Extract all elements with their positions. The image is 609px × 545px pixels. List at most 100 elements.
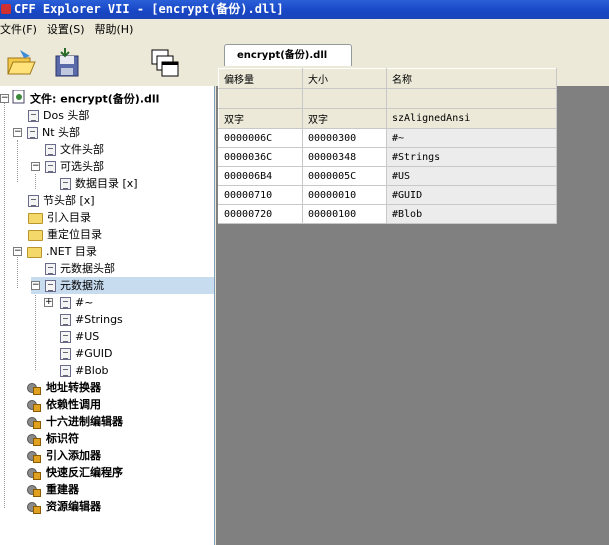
streams-table: 偏移量 大小 名称 双字 双字 szAlignedAnsi 0000006C 00… <box>218 68 557 224</box>
table-cell[interactable]: 00000100 <box>302 204 387 224</box>
tool-icon <box>26 499 42 515</box>
tree-item-stream[interactable]: #Blob <box>60 362 109 379</box>
table-row[interactable]: 0000036C 00000348 #Strings <box>218 147 557 167</box>
collapse-icon[interactable]: − <box>13 247 22 256</box>
table-cell[interactable]: #Strings <box>386 147 557 167</box>
tree-label: #US <box>75 330 100 343</box>
menu-settings[interactable]: 设置(S) <box>47 20 89 39</box>
table-cell[interactable]: 00000710 <box>218 185 303 205</box>
tree-item-data-directories[interactable]: 数据目录 [x] <box>60 175 138 192</box>
tree-item-stream[interactable]: #GUID <box>60 345 113 362</box>
tree-item-stream[interactable]: + #~ <box>44 294 93 311</box>
table-cell[interactable]: 00000720 <box>218 204 303 224</box>
document-icon <box>60 331 71 343</box>
tree-label: #Blob <box>75 364 109 377</box>
app-icon <box>1 4 11 14</box>
document-icon <box>60 314 71 326</box>
tool-item[interactable]: 快速反汇编程序 <box>26 464 123 481</box>
tool-item[interactable]: 标识符 <box>26 430 79 447</box>
table-cell[interactable]: 0000005C <box>302 166 387 186</box>
table-row[interactable]: 00000720 00000100 #Blob <box>218 204 557 224</box>
tool-item[interactable]: 依赖性调用 <box>26 396 101 413</box>
collapse-icon[interactable]: − <box>0 94 9 103</box>
collapse-icon[interactable]: − <box>13 128 22 137</box>
tree-item-metadata-streams[interactable]: − 元数据流 <box>31 277 214 294</box>
folder-icon <box>27 246 42 258</box>
tree-item-stream[interactable]: #Strings <box>60 311 123 328</box>
menu-file[interactable]: 文件(F) <box>0 20 41 39</box>
document-icon <box>60 297 71 309</box>
table-cell[interactable]: 0000006C <box>218 128 303 148</box>
table-cell[interactable]: #GUID <box>386 185 557 205</box>
window-title: CFF Explorer VII - [encrypt(备份).dll] <box>14 2 284 16</box>
tree-label: 可选头部 <box>60 160 104 173</box>
tool-icon <box>26 397 42 413</box>
document-icon <box>60 178 71 190</box>
tree-item-metadata-header[interactable]: 元数据头部 <box>45 260 115 277</box>
tab-document[interactable]: encrypt(备份).dll <box>224 44 352 66</box>
tree-label: 文件头部 <box>60 143 104 156</box>
table-row[interactable]: 0000006C 00000300 #~ <box>218 128 557 148</box>
tool-item[interactable]: 重建器 <box>26 481 79 498</box>
tree-item-stream[interactable]: #US <box>60 328 99 345</box>
tool-icon <box>26 380 42 396</box>
tool-icon <box>26 482 42 498</box>
table-row[interactable]: 000006B4 0000005C #US <box>218 166 557 186</box>
tree-item-file-header[interactable]: 文件头部 <box>45 141 104 158</box>
windows-icon[interactable] <box>148 46 182 80</box>
tree-label: 节头部 [x] <box>43 194 95 207</box>
table-row[interactable]: 00000710 00000010 #GUID <box>218 185 557 205</box>
tree-item-relocation-directory[interactable]: 重定位目录 <box>28 226 102 243</box>
tree-label: Nt 头部 <box>42 126 81 139</box>
table-cell[interactable]: 00000010 <box>302 185 387 205</box>
tool-item[interactable]: 地址转换器 <box>26 379 101 396</box>
tool-item[interactable]: 引入添加器 <box>26 447 101 464</box>
file-icon <box>12 89 26 109</box>
table-cell[interactable]: 000006B4 <box>218 166 303 186</box>
tree-label: .NET 目录 <box>46 245 97 258</box>
table-cell[interactable]: 0000036C <box>218 147 303 167</box>
tool-label: 重建器 <box>46 483 79 496</box>
tool-icon <box>26 414 42 430</box>
tree-label: 元数据流 <box>60 279 104 292</box>
tree-root[interactable]: − 文件: encrypt(备份).dll <box>0 89 159 109</box>
collapse-icon[interactable]: − <box>31 162 40 171</box>
table-cell <box>302 88 387 109</box>
tool-item[interactable]: 十六进制编辑器 <box>26 413 123 430</box>
column-header-offset[interactable]: 偏移量 <box>218 68 303 89</box>
tree-label: 数据目录 [x] <box>75 177 138 190</box>
menu-help[interactable]: 帮助(H) <box>95 20 138 39</box>
tool-label: 依赖性调用 <box>46 398 101 411</box>
tool-label: 资源编辑器 <box>46 500 101 513</box>
tree-item-section-headers[interactable]: 节头部 [x] <box>28 192 95 209</box>
table-cell[interactable]: 00000300 <box>302 128 387 148</box>
expand-icon[interactable]: + <box>44 298 53 307</box>
column-header-name[interactable]: 名称 <box>386 68 557 89</box>
tree-item-nt-header[interactable]: − Nt 头部 <box>13 124 80 141</box>
document-icon <box>28 195 39 207</box>
document-icon <box>45 144 56 156</box>
tree-item-optional-header[interactable]: − 可选头部 <box>31 158 104 175</box>
column-header-size[interactable]: 大小 <box>302 68 387 89</box>
tree-pane: − 文件: encrypt(备份).dll Dos 头部 − Nt 头部 文件头部… <box>0 86 215 545</box>
tree-item-import-directory[interactable]: 引入目录 <box>28 209 91 226</box>
table-cell[interactable]: #~ <box>386 128 557 148</box>
document-icon <box>60 365 71 377</box>
table-type-row: 双字 双字 szAlignedAnsi <box>218 108 557 129</box>
tool-label: 地址转换器 <box>46 381 101 394</box>
collapse-icon[interactable]: − <box>31 281 40 290</box>
save-icon[interactable] <box>50 46 84 80</box>
table-cell[interactable]: 00000348 <box>302 147 387 167</box>
document-icon <box>28 110 39 122</box>
table-cell[interactable]: #Blob <box>386 204 557 224</box>
table-cell[interactable]: #US <box>386 166 557 186</box>
tree-label: 重定位目录 <box>47 228 102 241</box>
tool-icon <box>26 448 42 464</box>
document-icon <box>27 127 38 139</box>
document-icon <box>60 348 71 360</box>
tool-icon <box>26 431 42 447</box>
tree-item-dos-header[interactable]: Dos 头部 <box>28 107 89 124</box>
open-icon[interactable] <box>4 46 38 80</box>
tool-item[interactable]: 资源编辑器 <box>26 498 101 515</box>
tree-item-net-directory[interactable]: − .NET 目录 <box>13 243 97 260</box>
